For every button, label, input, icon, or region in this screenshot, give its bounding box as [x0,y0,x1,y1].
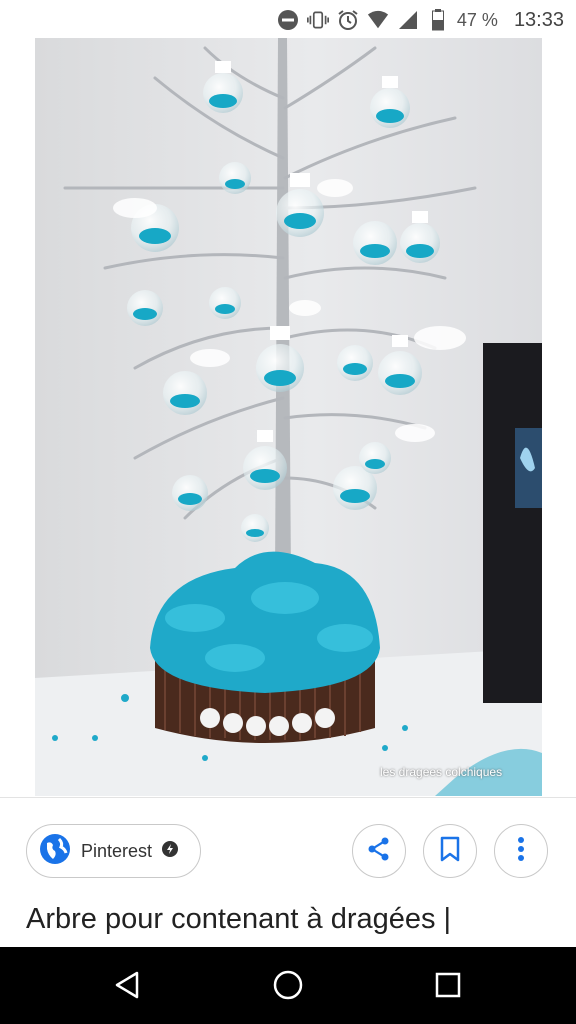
signal-icon [397,9,419,31]
status-icons: 47 % 13:33 [277,6,564,34]
open-source-arrow-icon [162,840,179,862]
save-button[interactable] [423,824,477,878]
share-button[interactable] [352,824,406,878]
battery-level: 47 % [456,9,498,30]
nav-back-button[interactable] [106,965,150,1009]
share-icon [366,836,392,867]
recents-icon [434,971,462,1004]
home-icon [272,969,304,1006]
divider [0,797,576,798]
source-chip[interactable]: Pinterest [26,824,201,878]
bookmark-icon [439,836,461,867]
source-label: Pinterest [81,840,153,861]
battery-icon [427,9,449,31]
image-title[interactable]: Arbre pour contenant à dragées | [26,903,451,936]
dragee-tree-photo[interactable] [35,38,542,796]
clock: 13:33 [513,8,564,31]
wifi-icon [367,9,389,31]
more-icon [517,836,525,867]
more-options-button[interactable] [494,824,548,878]
nav-recents-button[interactable] [426,965,470,1009]
image-watermark: les dragees colchiques [380,765,503,779]
back-icon [113,970,143,1005]
navigation-bar [0,947,576,1024]
globe-icon [39,833,71,870]
do-not-disturb-icon [277,9,299,31]
status-bar: 47 % 13:33 [0,0,576,40]
alarm-icon [337,9,359,31]
vibrate-icon [306,9,329,31]
nav-home-button[interactable] [266,965,310,1009]
